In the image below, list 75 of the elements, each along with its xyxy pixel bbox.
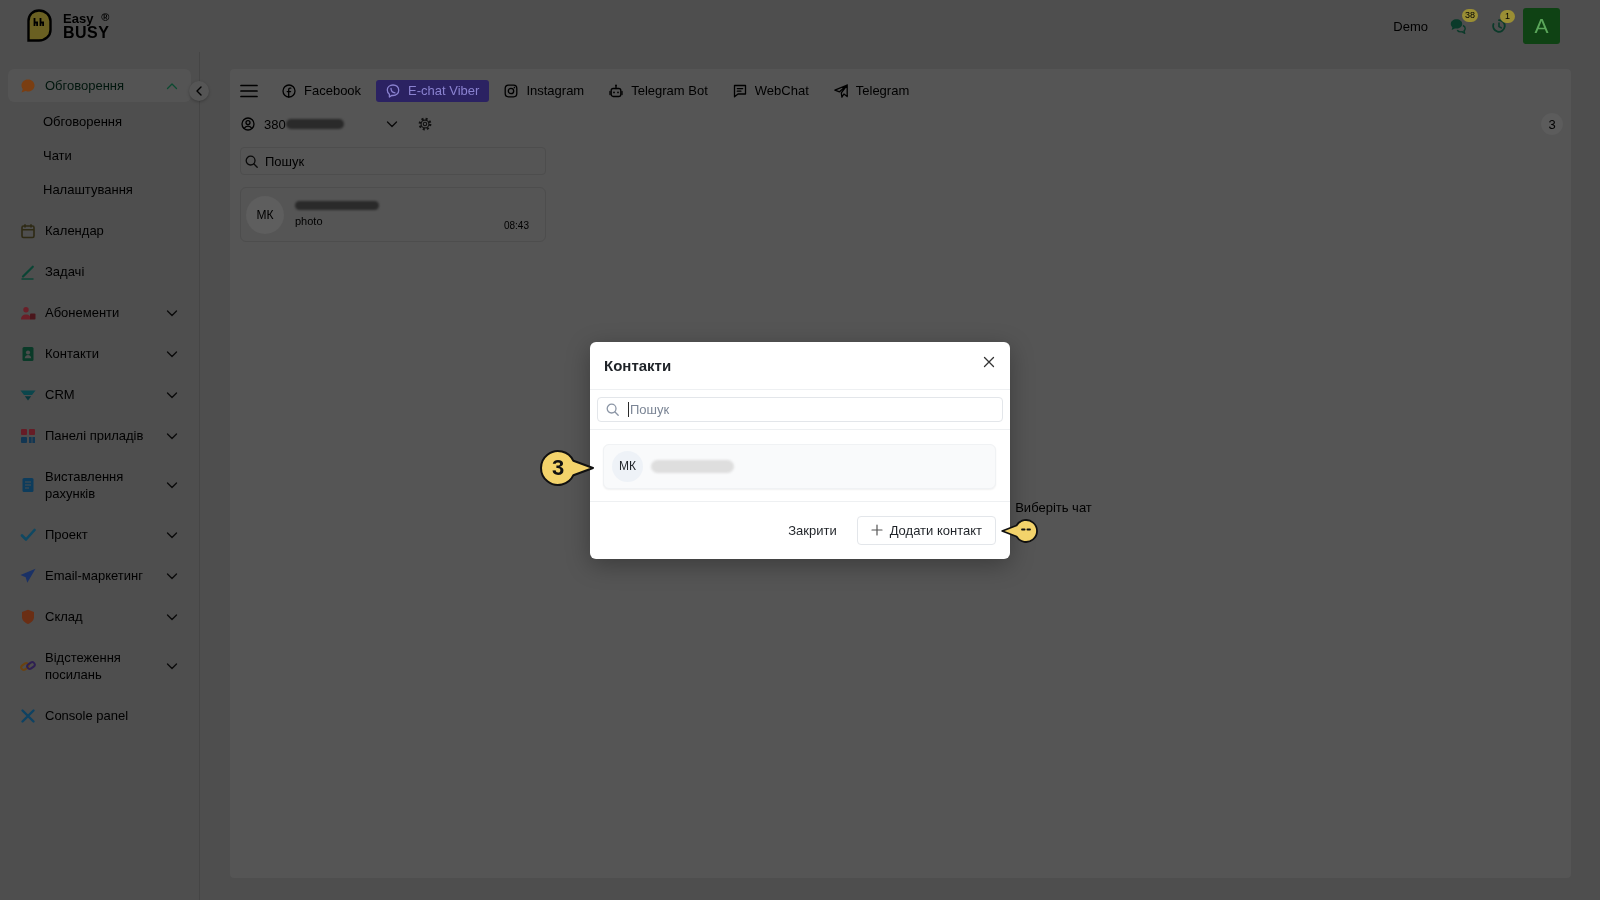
sidebar-item[interactable]: CRM xyxy=(8,378,191,411)
link-icon xyxy=(20,658,36,674)
chevron-down-icon xyxy=(385,118,398,130)
message-preview: photo xyxy=(295,215,324,228)
registered-mark: ® xyxy=(101,12,110,23)
paper-plane-icon xyxy=(833,84,848,98)
sidebar-item[interactable]: Email-маркетинг xyxy=(8,559,191,592)
sidebar-item[interactable]: Обговорення xyxy=(8,69,191,102)
plus-icon xyxy=(870,524,883,536)
face-pointer-icon xyxy=(1001,518,1038,543)
channel-tab[interactable]: Telegram xyxy=(823,80,920,102)
camera-icon xyxy=(504,84,519,98)
speech-bubble-icon xyxy=(20,77,36,94)
step-marker: 3 xyxy=(539,448,595,487)
channel-tab[interactable]: Facebook xyxy=(272,80,372,102)
sidebar-item[interactable]: Календар xyxy=(8,214,191,247)
channel-tab[interactable]: E-chat Viber xyxy=(376,80,490,102)
user-circle-icon xyxy=(241,117,255,131)
sidebar-item[interactable]: Проект xyxy=(8,518,191,551)
clock-icon[interactable] xyxy=(1492,19,1506,33)
circle-f-icon xyxy=(282,84,296,98)
crossed-tools-icon xyxy=(20,707,36,724)
count-badge: 1 xyxy=(1500,10,1515,23)
channel-tab[interactable]: Telegram Bot xyxy=(599,80,718,102)
contact-card-icon xyxy=(20,345,36,362)
avatar-initials: МК xyxy=(246,195,284,234)
shield-icon xyxy=(20,608,36,625)
dialog-title: Контакти xyxy=(604,356,672,374)
chat-bubbles-icon[interactable] xyxy=(1450,18,1466,34)
document-icon xyxy=(20,477,36,493)
sidebar-subitem[interactable]: Чати xyxy=(8,138,191,172)
chevron-left-icon xyxy=(195,86,203,96)
sidebar-item[interactable]: Відстеження посилань xyxy=(8,641,191,691)
add-contact-button[interactable]: Додати контакт xyxy=(856,515,996,545)
logo-text: BUSY xyxy=(63,25,110,40)
grid-icon xyxy=(20,427,36,444)
people-icon xyxy=(20,304,36,321)
account-select[interactable]: 380 xyxy=(240,112,398,136)
message-time: 08:43 xyxy=(503,220,529,231)
channel-tab[interactable]: WebChat xyxy=(722,80,819,102)
phone-bubble-icon xyxy=(386,84,401,98)
collapse-sidebar-button[interactable] xyxy=(189,81,209,101)
calendar-icon xyxy=(20,222,36,239)
blurred-text xyxy=(285,119,344,129)
chat-list-item[interactable]: МК photo 08:43 xyxy=(240,187,546,242)
sidebar-item[interactable]: Склад xyxy=(8,600,191,633)
speech-bubble-logo-icon xyxy=(26,9,52,43)
gear-icon[interactable] xyxy=(417,117,432,131)
count-badge: 38 xyxy=(1462,9,1478,22)
sidebar-item[interactable]: Задачі xyxy=(8,255,191,288)
search-icon xyxy=(245,155,258,168)
sidebar-item[interactable]: Виставлення рахунків xyxy=(8,460,191,510)
sidebar-subitem[interactable]: Обговорення xyxy=(8,104,191,138)
sidebar-subitem[interactable]: Налаштування xyxy=(8,172,191,206)
robot-icon xyxy=(609,84,624,98)
menu-icon[interactable] xyxy=(240,84,258,98)
avatar-initials: МК xyxy=(612,450,643,482)
close-button[interactable]: Закрити xyxy=(788,515,837,545)
paper-plane-icon xyxy=(20,567,36,584)
user-avatar[interactable]: A xyxy=(1523,8,1560,44)
sidebar-item[interactable]: Панелі приладів xyxy=(8,419,191,452)
pen-icon xyxy=(20,263,36,280)
close-icon[interactable] xyxy=(983,356,995,368)
logo-text: Easy xyxy=(63,12,94,25)
chat-bubble-icon xyxy=(732,84,747,98)
sidebar-item[interactable]: Абонементи xyxy=(8,296,191,329)
empty-state-text: Виберіть чат xyxy=(1015,500,1092,515)
search-field[interactable]: Пошук xyxy=(240,147,546,175)
check-icon xyxy=(20,526,36,543)
sidebar-item[interactable]: Console panel xyxy=(8,699,191,732)
channel-tab[interactable]: Instagram xyxy=(494,80,595,102)
count-badge: 3 xyxy=(1541,113,1563,135)
workspace-name[interactable]: Demo xyxy=(1393,18,1428,34)
sidebar-item[interactable]: Контакти xyxy=(8,337,191,370)
contact-list-item[interactable]: МК xyxy=(603,443,996,489)
